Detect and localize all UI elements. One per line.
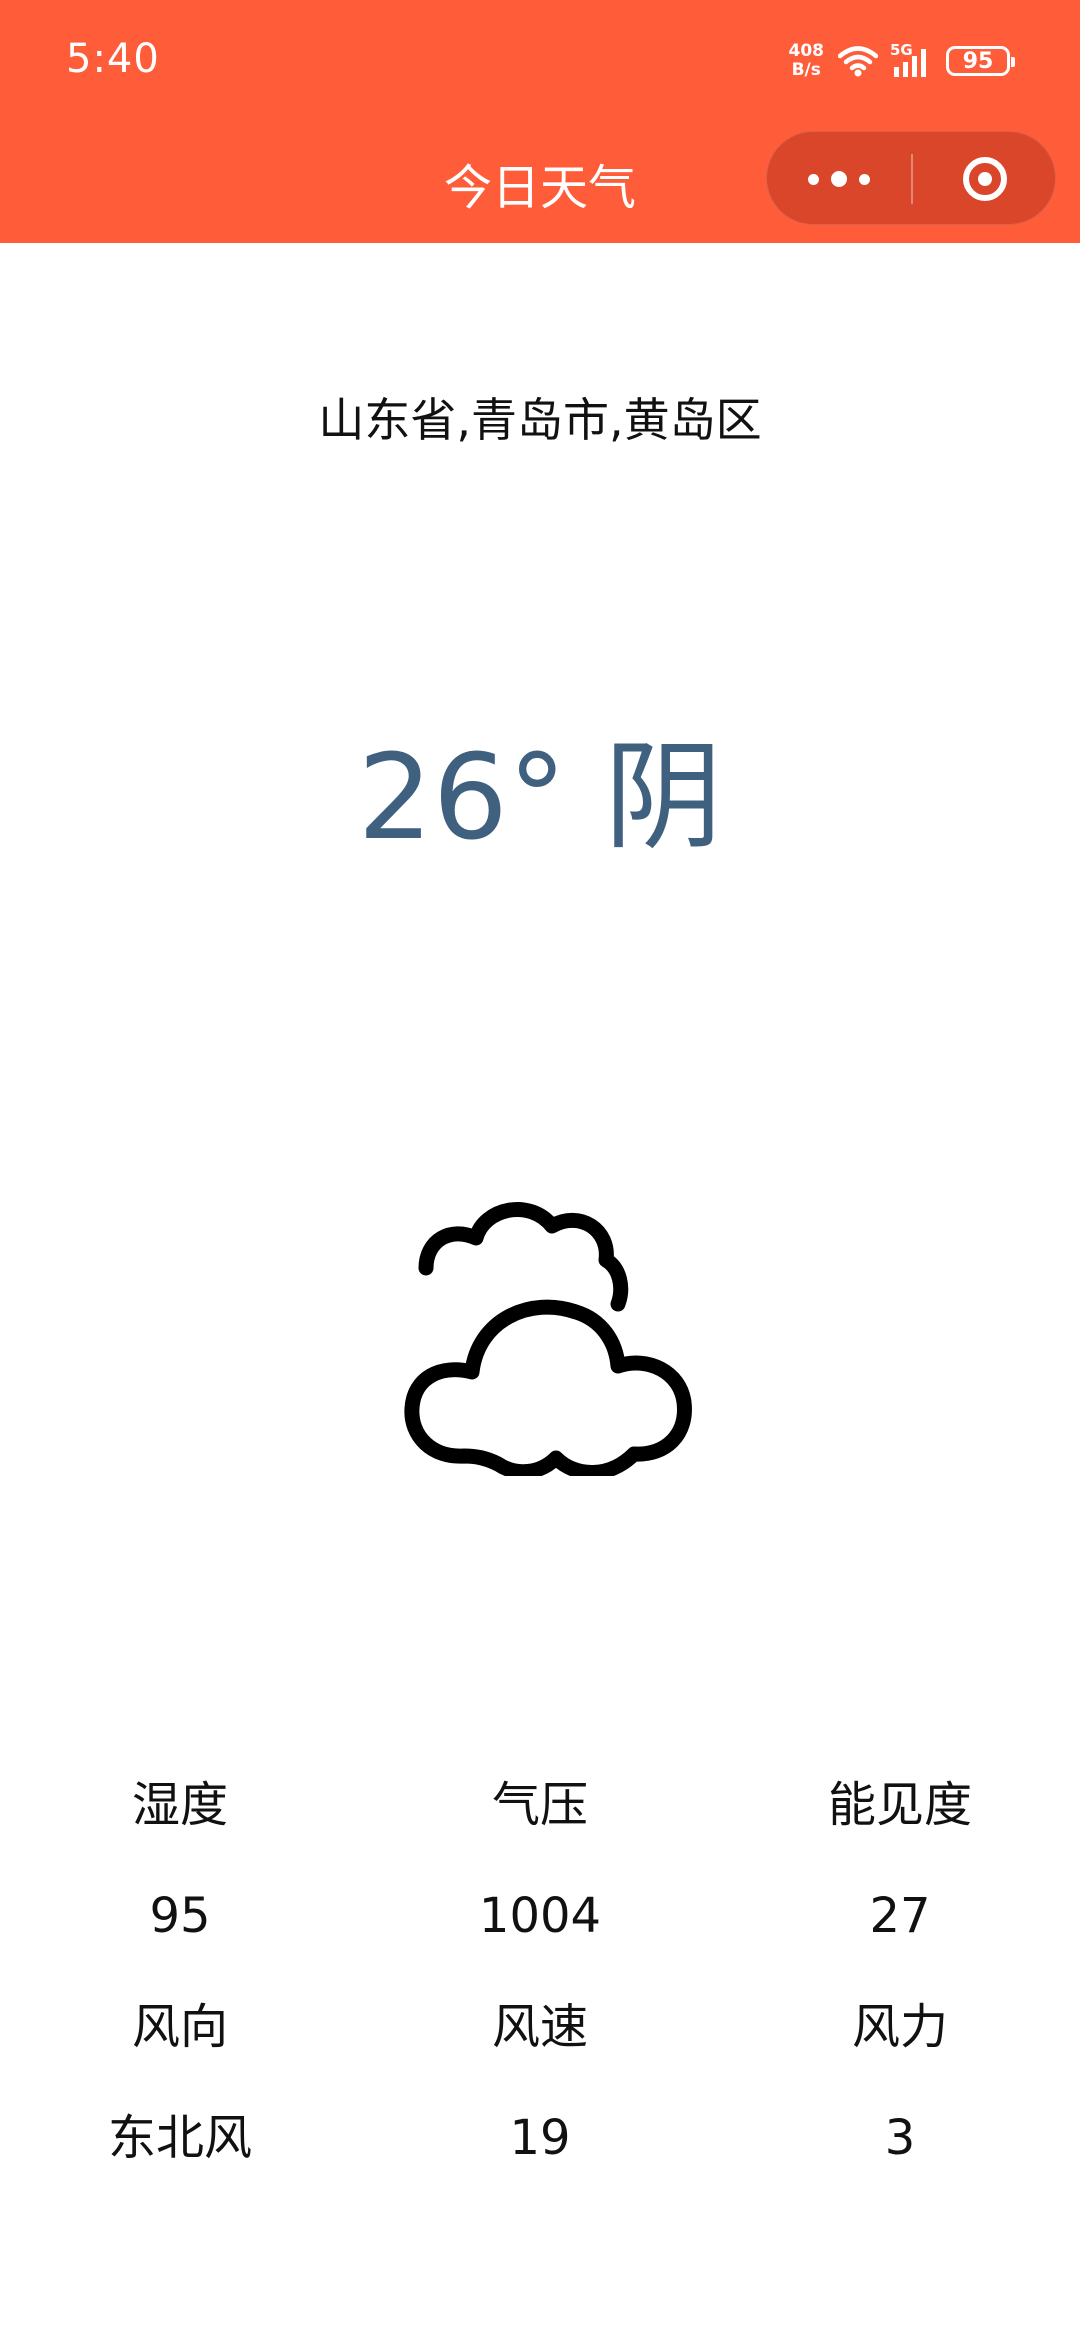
battery-level: 95 xyxy=(962,48,994,74)
stats-values-row-1: 95 1004 27 xyxy=(0,1881,1080,1951)
wind-force-label: 风力 xyxy=(851,1999,948,2055)
wind-speed-value: 19 xyxy=(509,2110,571,2166)
more-dot-icon xyxy=(859,173,870,185)
stats-values-row-2: 东北风 19 3 xyxy=(0,2103,1080,2173)
wifi-icon xyxy=(838,45,878,77)
stats-labels-row-1: 湿度 气压 能见度 xyxy=(0,1770,1080,1840)
humidity-value: 95 xyxy=(149,1888,211,1944)
temperature-condition: 26° 阴 xyxy=(0,722,1080,872)
weather-condition: 阴 xyxy=(604,728,723,866)
app-header: 5:40 408 B/s 5G 95 今日天气 xyxy=(0,0,1080,243)
temperature-value: 26° xyxy=(357,728,567,866)
more-dot-icon xyxy=(831,171,847,187)
cellular-signal-icon: 5G xyxy=(890,41,932,77)
network-speed-unit: B/s xyxy=(791,60,821,80)
target-icon xyxy=(963,157,1007,201)
status-icons: 408 B/s 5G 95 xyxy=(789,36,1015,86)
more-button[interactable] xyxy=(767,132,911,226)
location-label: 山东省,青岛市,黄岛区 xyxy=(318,393,762,447)
network-type-label: 5G xyxy=(890,41,913,59)
wind-direction-value: 东北风 xyxy=(107,2110,252,2166)
network-speed-value: 408 xyxy=(788,41,825,61)
visibility-label: 能见度 xyxy=(827,1777,972,1833)
stats-labels-row-2: 风向 风速 风力 xyxy=(0,1992,1080,2062)
close-miniprogram-button[interactable] xyxy=(913,132,1057,226)
pressure-label: 气压 xyxy=(491,1777,588,1833)
status-time: 5:40 xyxy=(66,36,160,82)
network-speed: 408 B/s xyxy=(789,42,825,80)
wind-direction-label: 风向 xyxy=(131,1999,228,2055)
weather-page: 5:40 408 B/s 5G 95 今日天气 山东省,青岛市,黄岛区 26° … xyxy=(0,0,1080,2340)
battery-icon: 95 xyxy=(946,46,1015,76)
cloudy-icon xyxy=(380,1196,710,1480)
wind-force-value: 3 xyxy=(884,2110,916,2166)
visibility-value: 27 xyxy=(869,1888,931,1944)
wind-speed-label: 风速 xyxy=(491,1999,588,2055)
humidity-label: 湿度 xyxy=(131,1777,228,1833)
more-dot-icon xyxy=(808,173,819,185)
miniprogram-capsule xyxy=(766,131,1056,225)
pressure-value: 1004 xyxy=(478,1888,602,1944)
